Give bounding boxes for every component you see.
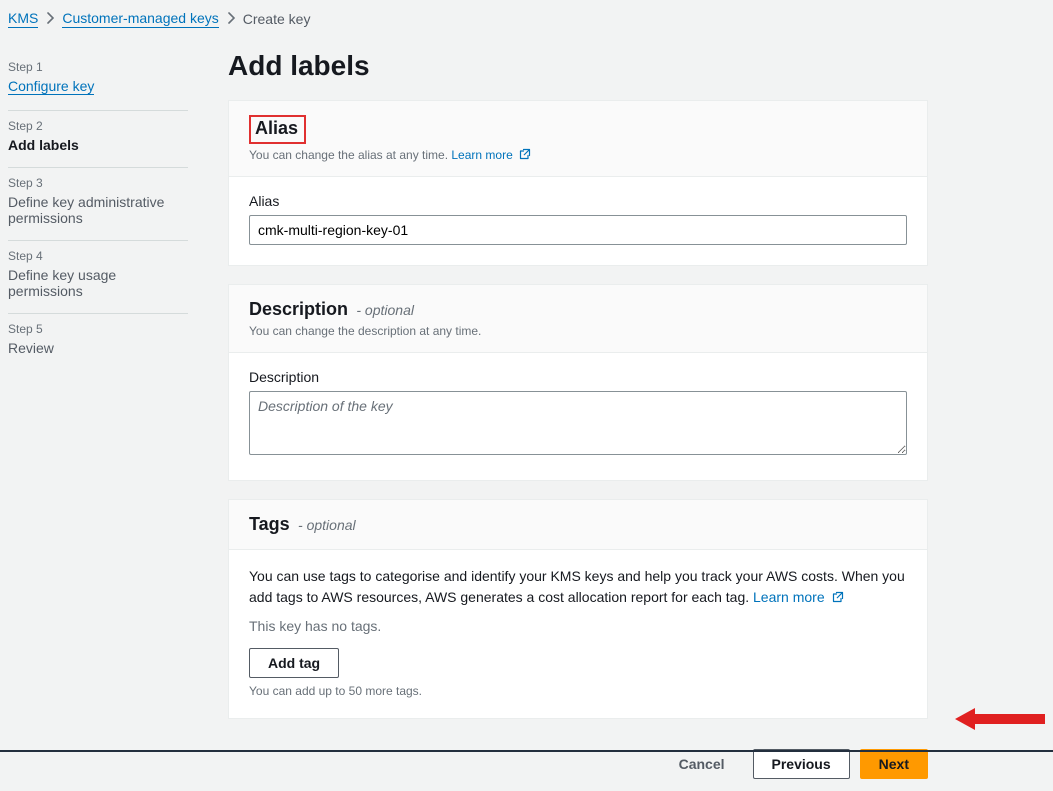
- description-panel-title: Description: [249, 299, 348, 319]
- alias-panel: Alias You can change the alias at any ti…: [228, 100, 928, 266]
- optional-label: - optional: [352, 302, 413, 318]
- alias-learn-more-link[interactable]: Learn more: [451, 148, 531, 162]
- description-textarea[interactable]: [249, 391, 907, 455]
- footer-actions: Cancel Previous Next: [228, 737, 928, 791]
- description-panel: Description - optional You can change th…: [228, 284, 928, 481]
- alias-highlight: Alias: [249, 115, 306, 144]
- step-title[interactable]: Configure key: [8, 78, 94, 95]
- next-button[interactable]: Next: [860, 749, 928, 779]
- step-2: Step 2 Add labels: [8, 111, 188, 168]
- step-label: Step 2: [8, 119, 188, 133]
- step-title: Add labels: [8, 137, 188, 153]
- tags-learn-more-link[interactable]: Learn more: [753, 589, 843, 605]
- no-tags-message: This key has no tags.: [249, 618, 907, 634]
- step-title: Review: [8, 340, 188, 356]
- alias-input[interactable]: [249, 215, 907, 245]
- step-5: Step 5 Review: [8, 314, 188, 370]
- alias-subtext: You can change the alias at any time. Le…: [249, 148, 907, 162]
- cancel-button[interactable]: Cancel: [661, 750, 743, 778]
- tag-limit-text: You can add up to 50 more tags.: [249, 684, 907, 698]
- step-label: Step 5: [8, 322, 188, 336]
- description-subtext: You can change the description at any ti…: [249, 324, 907, 338]
- previous-button[interactable]: Previous: [753, 749, 850, 779]
- chevron-right-icon: [227, 11, 235, 27]
- add-tag-button[interactable]: Add tag: [249, 648, 339, 678]
- tags-description: You can use tags to categorise and ident…: [249, 566, 907, 608]
- breadcrumb-current: Create key: [243, 11, 311, 27]
- alias-field-label: Alias: [249, 193, 907, 209]
- step-title: Define key usage permissions: [8, 267, 188, 299]
- optional-label: - optional: [294, 517, 355, 533]
- breadcrumb-customer-managed-keys[interactable]: Customer-managed keys: [62, 10, 218, 28]
- step-label: Step 3: [8, 176, 188, 190]
- description-field-label: Description: [249, 369, 907, 385]
- step-label: Step 4: [8, 249, 188, 263]
- external-link-icon: [832, 588, 844, 600]
- step-label: Step 1: [8, 60, 188, 74]
- page-title: Add labels: [228, 50, 928, 82]
- breadcrumb-kms[interactable]: KMS: [8, 10, 38, 28]
- tags-panel: Tags - optional You can use tags to cate…: [228, 499, 928, 719]
- main-content: Add labels Alias You can change the alia…: [228, 44, 928, 791]
- tags-panel-title: Tags: [249, 514, 290, 534]
- breadcrumb: KMS Customer-managed keys Create key: [0, 0, 1053, 36]
- step-3: Step 3 Define key administrative permiss…: [8, 168, 188, 241]
- step-4: Step 4 Define key usage permissions: [8, 241, 188, 314]
- alias-panel-title: Alias: [255, 118, 298, 138]
- wizard-steps: Step 1 Configure key Step 2 Add labels S…: [8, 44, 188, 791]
- step-title: Define key administrative permissions: [8, 194, 188, 226]
- step-1[interactable]: Step 1 Configure key: [8, 52, 188, 111]
- external-link-icon: [519, 148, 531, 160]
- chevron-right-icon: [46, 11, 54, 27]
